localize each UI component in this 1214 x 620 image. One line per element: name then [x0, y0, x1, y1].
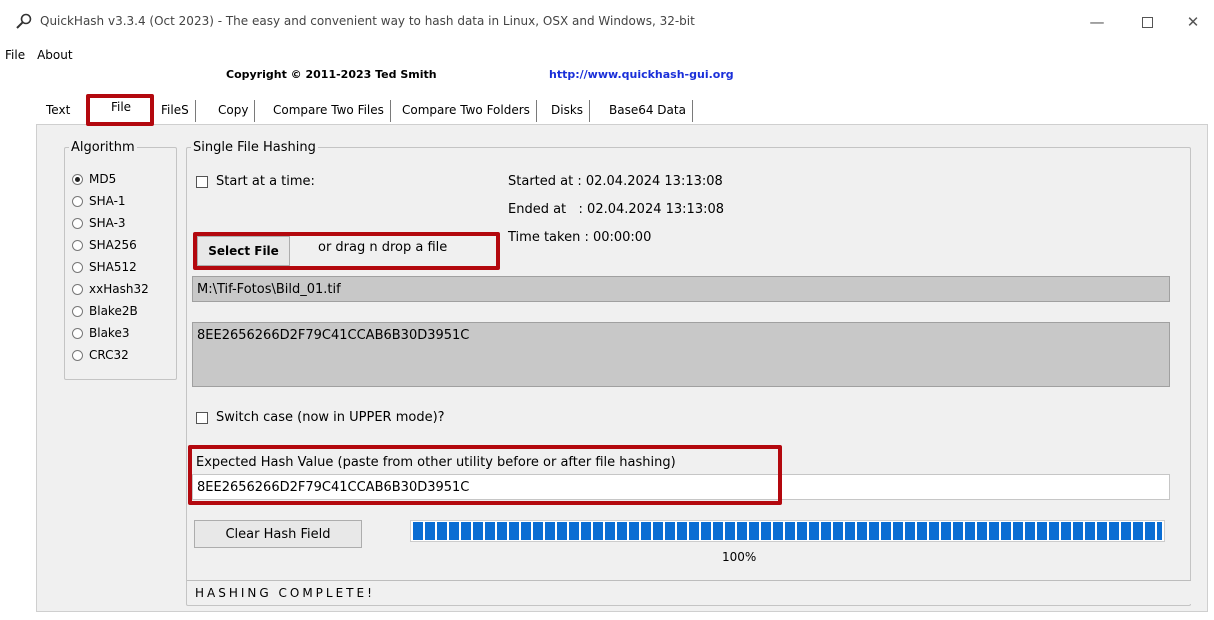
- window-title: QuickHash v3.3.4 (Oct 2023) - The easy a…: [40, 14, 695, 28]
- start-at-time-checkbox[interactable]: Start at a time:: [196, 174, 315, 189]
- radio-crc32[interactable]: CRC32: [72, 348, 129, 362]
- menu-about[interactable]: About: [31, 46, 78, 66]
- tab-compare-two-files[interactable]: Compare Two Files: [267, 100, 391, 122]
- radio-icon: [72, 327, 83, 339]
- menu-file[interactable]: File: [0, 46, 31, 66]
- tab-disks[interactable]: Disks: [545, 100, 591, 122]
- minimize-button[interactable]: —: [1085, 10, 1109, 34]
- highlight-file-tab: [86, 94, 154, 126]
- hash-result-field: 8EE2656266D2F79C41CCAB6B30D3951C: [192, 322, 1170, 387]
- tab-base64[interactable]: Base64 Data: [603, 100, 693, 122]
- radio-icon: [72, 195, 83, 207]
- switch-case-checkbox[interactable]: Switch case (now in UPPER mode)?: [196, 410, 445, 425]
- clear-hash-field-button[interactable]: Clear Hash Field: [194, 520, 362, 548]
- minimize-icon: —: [1089, 13, 1105, 31]
- radio-label: MD5: [89, 172, 117, 186]
- highlight-select-file: [193, 232, 500, 270]
- radio-label: SHA-3: [89, 216, 126, 230]
- radio-blake2b[interactable]: Blake2B: [72, 304, 138, 318]
- radio-sha256[interactable]: SHA256: [72, 238, 137, 252]
- algorithm-legend: Algorithm: [71, 140, 135, 155]
- radio-label: SHA256: [89, 238, 137, 252]
- switch-case-label: Switch case (now in UPPER mode)?: [216, 410, 445, 425]
- start-at-time-label: Start at a time:: [216, 174, 315, 189]
- time-taken-text: Time taken : 00:00:00: [508, 230, 652, 245]
- checkbox-icon: [196, 175, 208, 188]
- copyright-text: Copyright © 2011-2023 Ted Smith: [226, 68, 437, 81]
- radio-icon: [72, 283, 83, 295]
- status-bar: HASHING COMPLETE!: [187, 580, 1191, 604]
- tab-files[interactable]: FileS: [155, 100, 196, 122]
- radio-md5[interactable]: MD5: [72, 172, 116, 186]
- radio-sha3[interactable]: SHA-3: [72, 216, 126, 230]
- single-file-legend: Single File Hashing: [193, 140, 316, 155]
- radio-selected-icon: [72, 173, 83, 185]
- radio-label: CRC32: [89, 348, 129, 362]
- magnifier-icon: [16, 13, 32, 29]
- progress-bar: [410, 520, 1165, 542]
- tab-compare-two-folders[interactable]: Compare Two Folders: [396, 100, 537, 122]
- file-path-field: M:\Tif-Fotos\Bild_01.tif: [192, 276, 1170, 302]
- website-link[interactable]: http://www.quickhash-gui.org: [549, 68, 734, 81]
- menu-bar: File About: [0, 46, 79, 66]
- title-bar: QuickHash v3.3.4 (Oct 2023) - The easy a…: [0, 0, 1214, 44]
- progress-percent-label: 100%: [722, 550, 757, 564]
- radio-blake3[interactable]: Blake3: [72, 326, 129, 340]
- radio-label: Blake2B: [89, 304, 138, 318]
- close-icon: ✕: [1186, 13, 1200, 31]
- radio-xxhash32[interactable]: xxHash32: [72, 282, 149, 296]
- radio-label: SHA512: [89, 260, 137, 274]
- radio-icon: [72, 217, 83, 229]
- maximize-button[interactable]: [1135, 10, 1159, 34]
- tab-compare-two-files-label: Compare Two Files: [273, 103, 384, 117]
- tab-copy[interactable]: Copy: [212, 100, 256, 122]
- checkbox-icon: [196, 411, 208, 424]
- maximize-icon: [1141, 16, 1153, 28]
- radio-sha1[interactable]: SHA-1: [72, 194, 126, 208]
- radio-icon: [72, 239, 83, 251]
- tab-text[interactable]: Text: [40, 100, 76, 122]
- ended-at-text: Ended at : 02.04.2024 13:13:08: [508, 202, 725, 217]
- started-at-text: Started at : 02.04.2024 13:13:08: [508, 174, 723, 189]
- radio-label: xxHash32: [89, 282, 149, 296]
- progress-fill: [413, 522, 1162, 540]
- radio-label: Blake3: [89, 326, 130, 340]
- radio-icon: [72, 261, 83, 273]
- highlight-expected-hash: [188, 445, 782, 505]
- radio-label: SHA-1: [89, 194, 126, 208]
- close-button[interactable]: ✕: [1181, 10, 1205, 34]
- radio-sha512[interactable]: SHA512: [72, 260, 137, 274]
- radio-icon: [72, 349, 83, 361]
- radio-icon: [72, 305, 83, 317]
